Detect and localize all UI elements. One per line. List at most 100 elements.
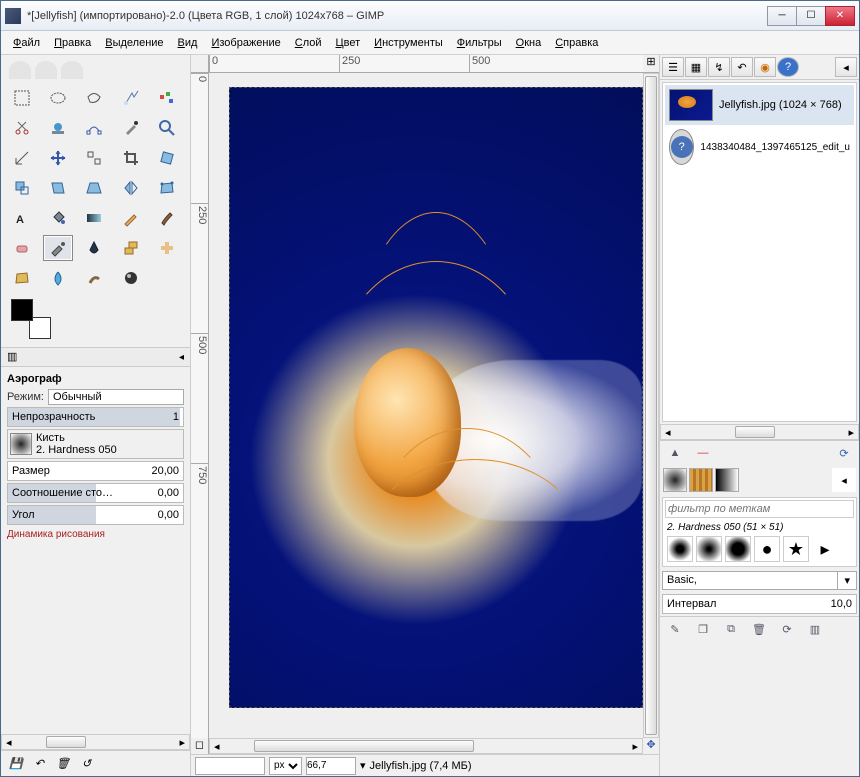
eraser-tool[interactable] [7, 235, 37, 261]
imagelist-scrollbar[interactable]: ◂▸ [660, 424, 859, 440]
paths-tab-icon[interactable]: ↯ [708, 57, 730, 77]
close-button[interactable]: ✕ [825, 6, 855, 26]
help-tab-icon[interactable]: ? [777, 57, 799, 77]
scale-tool[interactable] [7, 175, 37, 201]
scissors-tool[interactable] [7, 115, 37, 141]
left-panel-scrollbar[interactable]: ◂▸ [1, 734, 190, 750]
titlebar[interactable]: *[Jellyfish] (импортировано)-2.0 (Цвета … [1, 1, 859, 31]
delete-brush-icon[interactable]: 🗑 [750, 621, 768, 637]
raise-icon[interactable]: ▲ [666, 445, 684, 461]
panel-menu-icon[interactable]: ◂ [835, 57, 857, 77]
menu-tools[interactable]: Инструменты [368, 34, 449, 52]
brush-preview-icon[interactable] [10, 433, 32, 455]
panel-menu-icon[interactable]: ◂ [179, 352, 184, 363]
brush-more-icon[interactable]: ▸ [812, 536, 838, 562]
by-color-select-tool[interactable] [152, 85, 182, 111]
canvas[interactable] [209, 73, 643, 738]
flip-tool[interactable] [116, 175, 146, 201]
align-tool[interactable] [79, 145, 109, 171]
mode-select[interactable]: Обычный [48, 389, 184, 405]
ink-tool[interactable] [79, 235, 109, 261]
blend-tool[interactable] [79, 205, 109, 231]
ruler-horizontal[interactable]: 0 250 500 [209, 55, 643, 73]
menu-file[interactable]: Файл [7, 34, 46, 52]
lasso-tool[interactable] [79, 85, 109, 111]
cage-tool[interactable] [152, 175, 182, 201]
size-slider[interactable]: Размер 20,00 [7, 461, 184, 481]
gradients-tab-icon[interactable] [715, 468, 739, 492]
save-options-icon[interactable]: 💾 [9, 757, 23, 770]
edit-brush-icon[interactable]: ✎ [666, 621, 684, 637]
interval-slider[interactable]: Интервал 10,0 [662, 594, 857, 614]
zoom-tool[interactable] [152, 115, 182, 141]
brush-panel-menu-icon[interactable]: ◂ [832, 468, 856, 492]
new-brush-icon[interactable]: ❐ [694, 621, 712, 637]
patterns-tab-icon[interactable] [689, 468, 713, 492]
quickmask-icon[interactable]: ◻ [191, 738, 209, 754]
menu-select[interactable]: Выделение [99, 34, 169, 52]
move-tool[interactable] [43, 145, 73, 171]
foreground-select-tool[interactable] [43, 115, 73, 141]
image-list-item[interactable]: Jellyfish.jpg (1024 × 768) [665, 85, 854, 125]
duplicate-brush-icon[interactable]: ⧉ [722, 621, 740, 637]
undo-tab-icon[interactable]: ↶ [731, 57, 753, 77]
opacity-slider[interactable]: Непрозрачность 1 [7, 407, 184, 427]
image-list-item[interactable]: ? 1438340484_1397465125_edit_u [665, 125, 854, 169]
reset-options-icon[interactable]: ↺ [82, 757, 91, 770]
pencil-tool[interactable] [116, 205, 146, 231]
navigate-icon[interactable]: ✥ [643, 738, 659, 754]
aspect-slider[interactable]: Соотношение сто… 0,00 [7, 483, 184, 503]
rect-select-tool[interactable] [7, 85, 37, 111]
paths-tool[interactable] [79, 115, 109, 141]
menu-edit[interactable]: Правка [48, 34, 97, 52]
brush-preset[interactable] [696, 536, 722, 562]
rotate-tool[interactable] [152, 145, 182, 171]
channels-tab-icon[interactable]: ▦ [685, 57, 707, 77]
open-as-image-icon[interactable]: ▥ [806, 621, 824, 637]
measure-tool[interactable] [7, 145, 37, 171]
text-tool[interactable]: A [7, 205, 37, 231]
maximize-button[interactable]: ☐ [796, 6, 826, 26]
paintbrush-tool[interactable] [152, 205, 182, 231]
zoom-input[interactable] [306, 757, 356, 775]
smudge-tool[interactable] [79, 265, 109, 291]
menu-filters[interactable]: Фильтры [451, 34, 508, 52]
brush-preset[interactable] [667, 536, 693, 562]
fg-color-swatch[interactable] [11, 299, 33, 321]
delete-icon[interactable]: ⟳ [835, 445, 853, 461]
color-picker-tool[interactable] [116, 115, 146, 141]
new-icon[interactable]: — [694, 445, 712, 461]
quickmask-toggle-icon[interactable]: ⊞ [643, 55, 659, 73]
menu-layer[interactable]: Слой [289, 34, 328, 52]
perspective-tool[interactable] [79, 175, 109, 201]
color-swatches[interactable] [11, 299, 51, 339]
menu-image[interactable]: Изображение [205, 34, 286, 52]
menu-windows[interactable]: Окна [510, 34, 548, 52]
shear-tool[interactable] [43, 175, 73, 201]
ellipse-select-tool[interactable] [43, 85, 73, 111]
histogram-tab-icon[interactable]: ◉ [754, 57, 776, 77]
canvas-hscrollbar[interactable]: ◂▸ [209, 738, 643, 754]
bucket-fill-tool[interactable] [43, 205, 73, 231]
tool-options-tab-icon[interactable]: ▥ [7, 350, 23, 364]
airbrush-tool[interactable] [43, 235, 73, 261]
brush-preset[interactable]: ★ [783, 536, 809, 562]
brush-filter-input[interactable] [665, 500, 854, 518]
perspective-clone-tool[interactable] [7, 265, 37, 291]
layers-tab-icon[interactable]: ☰ [662, 57, 684, 77]
brushes-tab-icon[interactable] [663, 468, 687, 492]
blur-tool[interactable] [43, 265, 73, 291]
clone-tool[interactable] [116, 235, 146, 261]
delete-options-icon[interactable]: 🗑 [56, 757, 70, 770]
minimize-button[interactable]: ─ [767, 6, 797, 26]
brush-preset[interactable] [725, 536, 751, 562]
dodge-burn-tool[interactable] [116, 265, 146, 291]
ruler-origin[interactable] [191, 55, 209, 73]
brush-preset[interactable]: ● [754, 536, 780, 562]
heal-tool[interactable] [152, 235, 182, 261]
crop-tool[interactable] [116, 145, 146, 171]
menu-colors[interactable]: Цвет [330, 34, 367, 52]
refresh-brush-icon[interactable]: ⟳ [778, 621, 796, 637]
unit-select[interactable]: px [269, 757, 302, 775]
brush-preset-select[interactable]: Basic,▾ [662, 571, 857, 590]
